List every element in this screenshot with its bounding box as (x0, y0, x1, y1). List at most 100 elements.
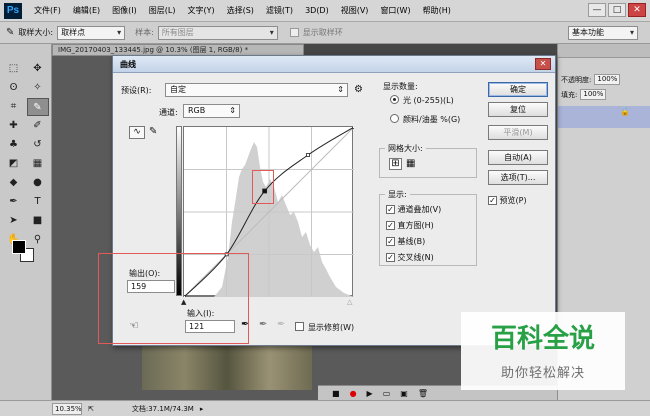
intersection-checkbox[interactable]: ✓ (386, 253, 395, 262)
simple-grid-icon[interactable]: ⊞ (389, 158, 402, 170)
fill-field[interactable]: 100% (580, 89, 607, 100)
light-radio[interactable] (390, 95, 399, 104)
histogram-checkbox[interactable]: ✓ (386, 221, 395, 230)
baseline-label: 基线(B) (397, 237, 426, 246)
dodge-tool-icon[interactable]: ● (27, 174, 49, 192)
menu-help[interactable]: 帮助(H) (417, 0, 457, 22)
foreground-color-swatch[interactable] (12, 240, 26, 254)
menu-view[interactable]: 视图(V) (335, 0, 375, 22)
export-icon[interactable]: ⇱ (88, 405, 94, 413)
channel-overlays-checkbox[interactable]: ✓ (386, 205, 395, 214)
preset-select[interactable]: 自定 ⇕ (165, 83, 348, 97)
minimize-button[interactable]: — (588, 3, 606, 17)
new-action-icon[interactable]: ▣ (400, 389, 408, 398)
histogram-option[interactable]: ✓ 直方图(H) (386, 220, 434, 231)
type-tool-icon[interactable]: T (27, 193, 49, 211)
menu-window[interactable]: 窗口(W) (374, 0, 416, 22)
pencil-mode-icon[interactable]: ✎ (149, 126, 157, 137)
white-point-slider-icon[interactable]: △ (347, 298, 352, 306)
reset-button[interactable]: 复位 (488, 102, 548, 117)
curve-point-3[interactable] (306, 153, 310, 157)
menu-select[interactable]: 选择(S) (221, 0, 260, 22)
menu-image[interactable]: 图像(I) (106, 0, 143, 22)
window-controls: — □ ✕ (588, 3, 646, 17)
layer-row[interactable] (558, 106, 650, 128)
show-ring-checkbox[interactable] (289, 28, 299, 37)
delete-icon[interactable]: 🗑 (418, 389, 428, 398)
stop-icon[interactable]: ■ (332, 389, 340, 398)
show-clipping-checkbox[interactable] (295, 322, 304, 331)
baseline-option[interactable]: ✓ 基线(B) (386, 236, 425, 247)
crop-tool-icon[interactable]: ⌗ (3, 98, 25, 116)
preset-options-icon[interactable]: ⚙ (354, 84, 363, 95)
watermark-subtitle: 助你轻松解决 (500, 366, 585, 381)
radio-selected[interactable] (390, 95, 399, 104)
radio-unselected[interactable] (390, 114, 399, 123)
sample-size-label: 取样大小: (18, 28, 54, 37)
eyedropper-tool-icon[interactable]: ✎ (6, 24, 14, 42)
clone-stamp-icon[interactable]: ♣ (3, 136, 25, 154)
channel-overlays-label: 通道叠加(V) (397, 205, 442, 214)
opacity-field[interactable]: 100% (594, 74, 621, 85)
auto-button[interactable]: 自动(A) (488, 150, 548, 165)
workspace-select[interactable]: 基本功能 (568, 26, 638, 40)
zoom-field[interactable]: 10.35% (52, 402, 82, 415)
eyedropper-tool-icon[interactable]: ✎ (26, 98, 49, 116)
pen-tool-icon[interactable]: ✒ (3, 193, 25, 211)
status-bar: 10.35% ⇱ 文档:37.1M/74.3M ▸ (0, 400, 650, 416)
brush-tool-icon[interactable]: ✐ (27, 117, 49, 135)
eraser-tool-icon[interactable]: ◩ (3, 155, 25, 173)
ok-button[interactable]: 确定 (488, 82, 548, 97)
dialog-close-button[interactable]: ✕ (535, 58, 551, 70)
menu-file[interactable]: 文件(F) (28, 0, 67, 22)
preview-checkbox[interactable]: ✓ (488, 196, 497, 205)
display-amount-title: 显示数量: (383, 82, 418, 91)
workspace-value: 基本功能 (572, 28, 604, 37)
play-icon[interactable]: ▶ (367, 389, 373, 398)
sample-select[interactable]: 所有图层 (157, 25, 278, 40)
gradient-tool-icon[interactable]: ▦ (27, 155, 49, 173)
menu-3d[interactable]: 3D(D) (299, 0, 335, 22)
checkbox-box[interactable] (295, 322, 304, 331)
lasso-tool-icon[interactable]: ʘ (3, 79, 25, 97)
svg-text:百科全说: 百科全说 (491, 323, 595, 354)
quick-select-tool-icon[interactable]: ✧ (27, 79, 49, 97)
chevron-down-icon: ⇕ (337, 85, 344, 94)
channel-value: RGB (188, 106, 206, 115)
opacity-row: 不透明度: 100% (558, 72, 650, 87)
sample-size-select[interactable]: 取样点 (57, 25, 126, 40)
options-button[interactable]: 选项(T)... (488, 170, 548, 185)
move-tool-icon[interactable]: ✥ (27, 60, 49, 78)
rectangle-tool-icon[interactable]: ■ (27, 212, 49, 230)
marquee-tool-icon[interactable]: ⬚ (3, 60, 25, 78)
new-set-icon[interactable]: ▭ (383, 389, 391, 398)
menu-edit[interactable]: 编辑(E) (67, 0, 106, 22)
history-brush-icon[interactable]: ↺ (27, 136, 49, 154)
blur-tool-icon[interactable]: ◆ (3, 174, 25, 192)
preset-label: 预设(R): (121, 86, 152, 95)
baseline-checkbox[interactable]: ✓ (386, 237, 395, 246)
smooth-button[interactable]: 平滑(M) (488, 125, 548, 140)
path-select-icon[interactable]: ➤ (3, 212, 25, 230)
show-clipping-label: 显示修剪(W) (308, 323, 355, 332)
channel-overlays-option[interactable]: ✓ 通道叠加(V) (386, 204, 441, 215)
zoom-tool-icon[interactable]: ⚲ (27, 231, 49, 249)
menu-type[interactable]: 文字(Y) (181, 0, 220, 22)
white-eyedropper-icon[interactable]: ✒ (277, 319, 285, 330)
channel-select[interactable]: RGB ⇕ (183, 104, 240, 118)
curve-mode-icon[interactable]: ∿ (129, 126, 145, 139)
intersection-label: 交叉线(N) (397, 253, 434, 262)
gray-eyedropper-icon[interactable]: ✒ (259, 319, 267, 330)
preview-option[interactable]: ✓ 预览(P) (488, 195, 527, 206)
curve-point-4[interactable] (352, 125, 356, 129)
close-window-button[interactable]: ✕ (628, 3, 646, 17)
status-arrow-icon[interactable]: ▸ (200, 405, 204, 413)
intersection-option[interactable]: ✓ 交叉线(N) (386, 252, 434, 263)
detailed-grid-icon[interactable]: ▦ (406, 158, 415, 170)
menu-layer[interactable]: 图层(L) (143, 0, 182, 22)
pigment-radio[interactable] (390, 114, 399, 123)
healing-brush-icon[interactable]: ✚ (3, 117, 25, 135)
menu-filter[interactable]: 滤镜(T) (260, 0, 299, 22)
record-icon[interactable]: ● (350, 389, 357, 398)
maximize-button[interactable]: □ (608, 3, 626, 17)
